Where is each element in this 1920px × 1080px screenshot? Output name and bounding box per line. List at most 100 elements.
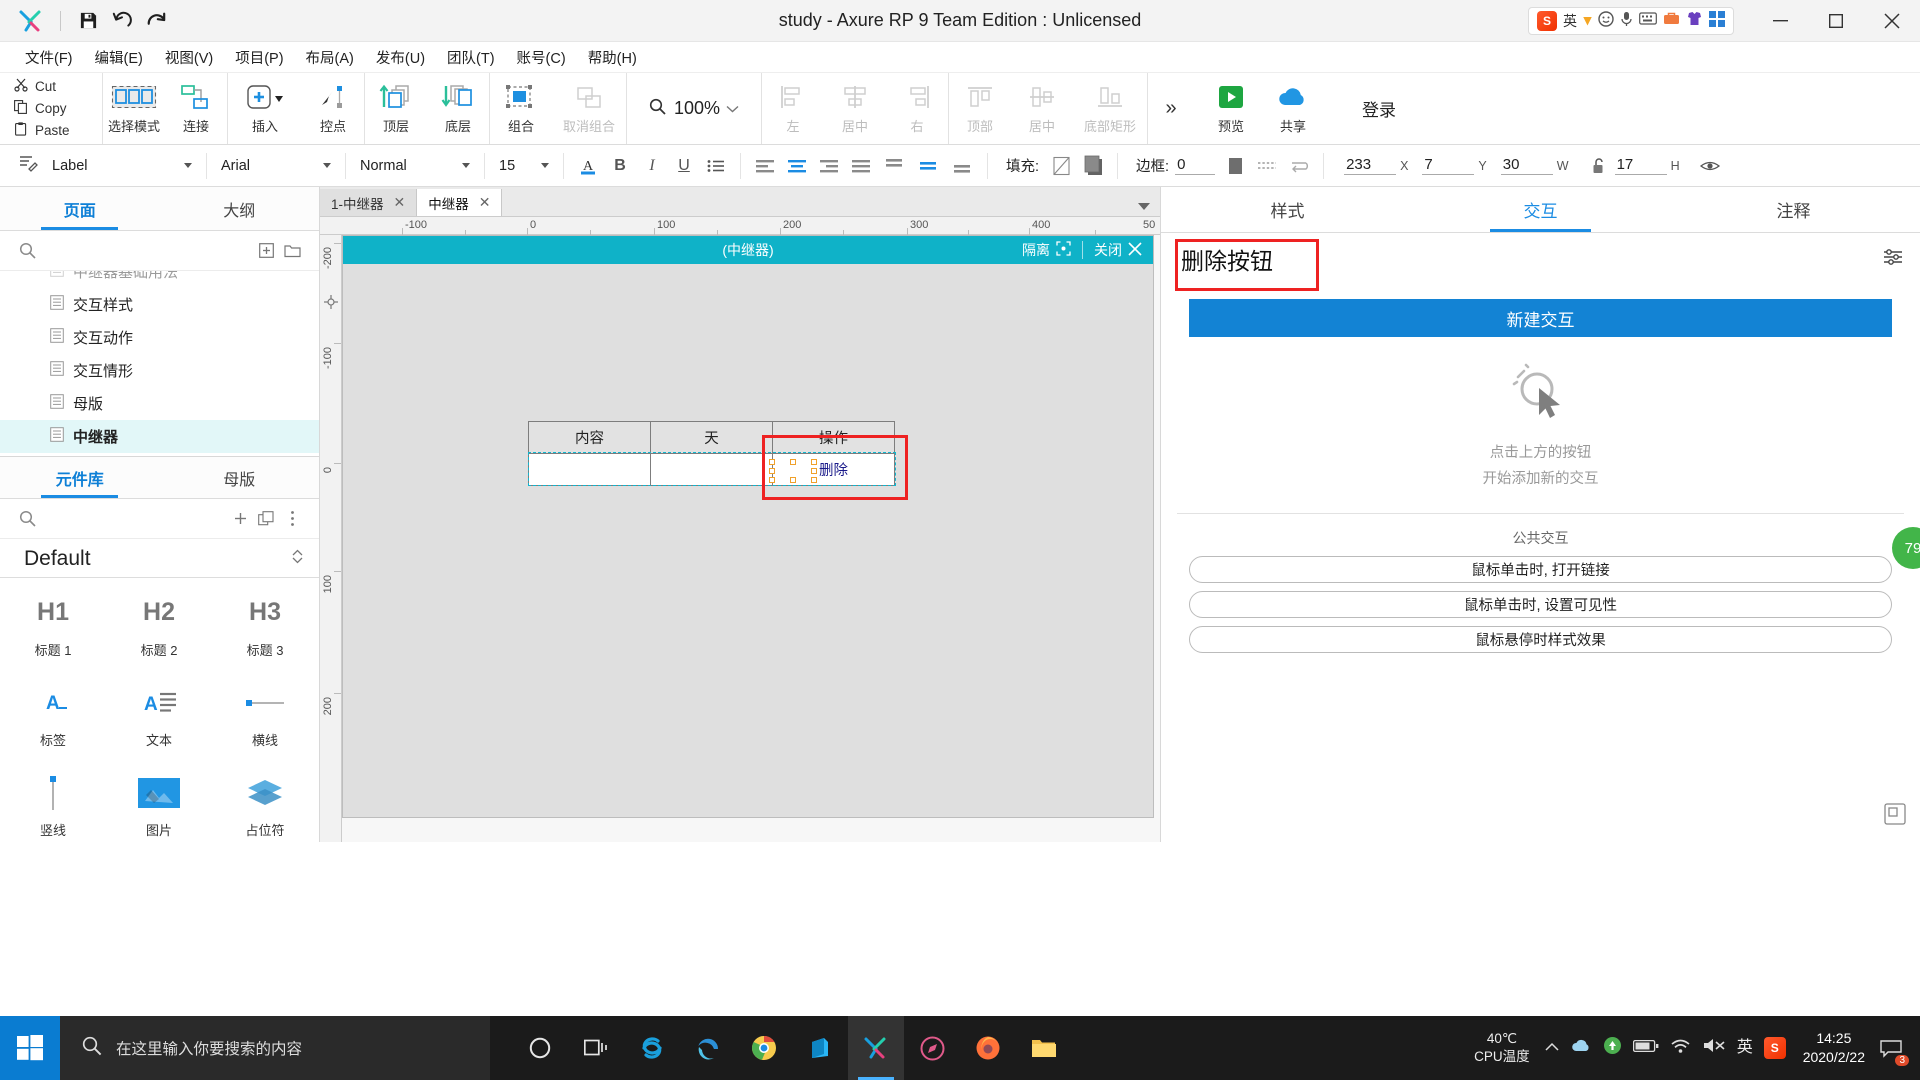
library-item-image[interactable]: 图片 — [106, 762, 212, 852]
library-item-hline[interactable]: 横线 — [212, 672, 318, 762]
ime-smiley-icon[interactable] — [1598, 10, 1614, 32]
tray-sogou-icon[interactable]: S — [1763, 1037, 1786, 1059]
page-item-2[interactable]: 交互动作 — [0, 321, 319, 354]
page-item-repeater[interactable]: 中继器 — [0, 420, 319, 453]
taskbar-search-box[interactable]: 在这里输入你要搜索的内容 — [60, 1016, 490, 1080]
connect-button[interactable]: 连接 — [165, 73, 227, 144]
menu-account[interactable]: 账号(C) — [506, 44, 577, 71]
cut-button[interactable]: Cut — [14, 78, 102, 95]
save-icon[interactable] — [71, 6, 105, 36]
library-item-vline[interactable]: 竖线 — [0, 762, 106, 852]
tray-cloud-icon[interactable] — [1570, 1038, 1592, 1058]
add-page-icon[interactable] — [253, 238, 279, 264]
eye-icon[interactable] — [1694, 151, 1726, 181]
preview-button[interactable]: 预览 — [1200, 73, 1262, 144]
redo-icon[interactable] — [139, 6, 173, 36]
align-left-button[interactable]: 左 — [762, 73, 824, 144]
tray-update-icon[interactable] — [1603, 1036, 1622, 1060]
page-item-3[interactable]: 交互情形 — [0, 354, 319, 387]
table-header-cell-0[interactable]: 内容 — [528, 421, 651, 454]
close-icon[interactable]: ✕ — [394, 194, 406, 211]
align-bottom-button[interactable]: 底部矩形 — [1073, 73, 1147, 144]
sliders-icon[interactable] — [1882, 247, 1904, 273]
tab-notes[interactable]: 注释 — [1667, 187, 1920, 232]
menu-layout[interactable]: 布局(A) — [295, 44, 365, 71]
notification-bubble[interactable]: 79 — [1892, 527, 1920, 569]
taskbar-compass-icon[interactable] — [904, 1016, 960, 1080]
menu-project[interactable]: 项目(P) — [224, 44, 294, 71]
share-button[interactable]: 共享 — [1262, 73, 1324, 144]
table-cell-day[interactable] — [650, 453, 773, 486]
chevron-down-icon[interactable] — [726, 100, 739, 118]
width-input[interactable]: 30 — [1500, 156, 1553, 175]
align-center-v-button[interactable]: 居中 — [1011, 73, 1073, 144]
expand-panel-icon[interactable] — [1884, 803, 1906, 830]
login-button[interactable]: 登录 — [1324, 73, 1434, 144]
table-cell-content[interactable] — [528, 453, 651, 486]
new-interaction-button[interactable]: 新建交互 — [1189, 299, 1892, 337]
align-top-button[interactable]: 顶部 — [949, 73, 1011, 144]
bullet-list-icon[interactable] — [700, 151, 732, 181]
fill-none-icon[interactable] — [1045, 151, 1077, 181]
repeater-table-widget[interactable]: 内容 天 操作 删除 — [528, 421, 895, 486]
common-interaction-set-visibility[interactable]: 鼠标单击时, 设置可见性 — [1189, 590, 1892, 618]
taskbar-store-icon[interactable] — [792, 1016, 848, 1080]
widget-name-input[interactable]: 删除按钮 — [1181, 242, 1273, 276]
library-group-header[interactable]: Default — [0, 539, 319, 578]
pages-list[interactable]: 中继器基础用法 交互样式 交互动作 交互情形 母版 中继器 — [0, 271, 319, 456]
valign-top-icon[interactable] — [877, 151, 911, 181]
menu-help[interactable]: 帮助(H) — [577, 44, 648, 71]
taskbar-firefox-icon[interactable] — [960, 1016, 1016, 1080]
taskbar-chrome-icon[interactable] — [736, 1016, 792, 1080]
border-width-input[interactable]: 0 — [1175, 156, 1216, 175]
common-interaction-hover-style[interactable]: 鼠标悬停时样式效果 — [1189, 625, 1892, 653]
repeater-isolate-button[interactable]: 隔离 — [1011, 236, 1082, 264]
close-icon[interactable]: ✕ — [479, 194, 491, 211]
send-to-back-button[interactable]: 底层 — [427, 73, 489, 144]
font-color-icon[interactable]: A — [572, 151, 604, 181]
align-right-icon[interactable] — [813, 151, 845, 181]
taskbar-edge-icon[interactable] — [680, 1016, 736, 1080]
page-item-1[interactable]: 交互样式 — [0, 288, 319, 321]
copy-button[interactable]: Copy — [14, 100, 102, 117]
taskbar-task-view-icon[interactable] — [568, 1016, 624, 1080]
font-weight-dropdown[interactable]: Normal — [354, 153, 476, 179]
library-item-h2[interactable]: H2 标题 2 — [106, 582, 212, 672]
page-item-0[interactable]: 中继器基础用法 — [0, 271, 319, 288]
menu-publish[interactable]: 发布(U) — [365, 44, 436, 71]
library-item-label-widget[interactable]: A 标签 — [0, 672, 106, 762]
ime-keyboard-icon[interactable] — [1639, 12, 1657, 30]
align-center-h-button[interactable]: 居中 — [824, 73, 886, 144]
ime-toolbar[interactable]: S 英 — [1528, 7, 1734, 35]
font-size-dropdown[interactable]: 15 — [493, 153, 555, 179]
search-icon[interactable] — [14, 238, 40, 264]
align-center-icon[interactable] — [781, 151, 813, 181]
tab-masters[interactable]: 母版 — [160, 457, 320, 498]
insert-button[interactable]: 插入 — [228, 73, 302, 144]
menu-view[interactable]: 视图(V) — [154, 44, 224, 71]
font-family-dropdown[interactable]: Arial — [215, 153, 337, 179]
window-close-button[interactable] — [1864, 0, 1920, 42]
ime-toolbox-icon[interactable] — [1663, 11, 1680, 31]
window-minimize-button[interactable] — [1752, 0, 1808, 42]
group-button[interactable]: 组合 — [490, 73, 552, 144]
tray-volume-mute-icon[interactable] — [1702, 1037, 1726, 1059]
canvas-tab-1[interactable]: 中继器 ✕ — [417, 189, 503, 216]
paste-button[interactable]: Paste — [14, 122, 102, 139]
fill-color-icon[interactable] — [1077, 151, 1109, 181]
tab-pages[interactable]: 页面 — [0, 187, 160, 230]
table-header-cell-2[interactable]: 操作 — [772, 421, 895, 454]
tray-ime-language[interactable]: 英 — [1737, 1037, 1753, 1059]
taskbar-clock[interactable]: 14:25 2020/2/22 — [1803, 1029, 1865, 1067]
library-item-placeholder[interactable]: 占位符 — [212, 762, 318, 852]
ime-shirt-icon[interactable] — [1686, 11, 1703, 31]
align-right-button[interactable]: 右 — [886, 73, 948, 144]
library-item-h3[interactable]: H3 标题 3 — [212, 582, 318, 672]
menu-file[interactable]: 文件(F) — [14, 44, 84, 71]
copy-stack-icon[interactable] — [253, 506, 279, 532]
add-folder-icon[interactable] — [279, 238, 305, 264]
arrow-style-icon[interactable] — [1283, 151, 1315, 181]
menu-team[interactable]: 团队(T) — [436, 44, 506, 71]
tab-outline[interactable]: 大纲 — [160, 187, 320, 230]
library-item-h1[interactable]: H1 标题 1 — [0, 582, 106, 672]
